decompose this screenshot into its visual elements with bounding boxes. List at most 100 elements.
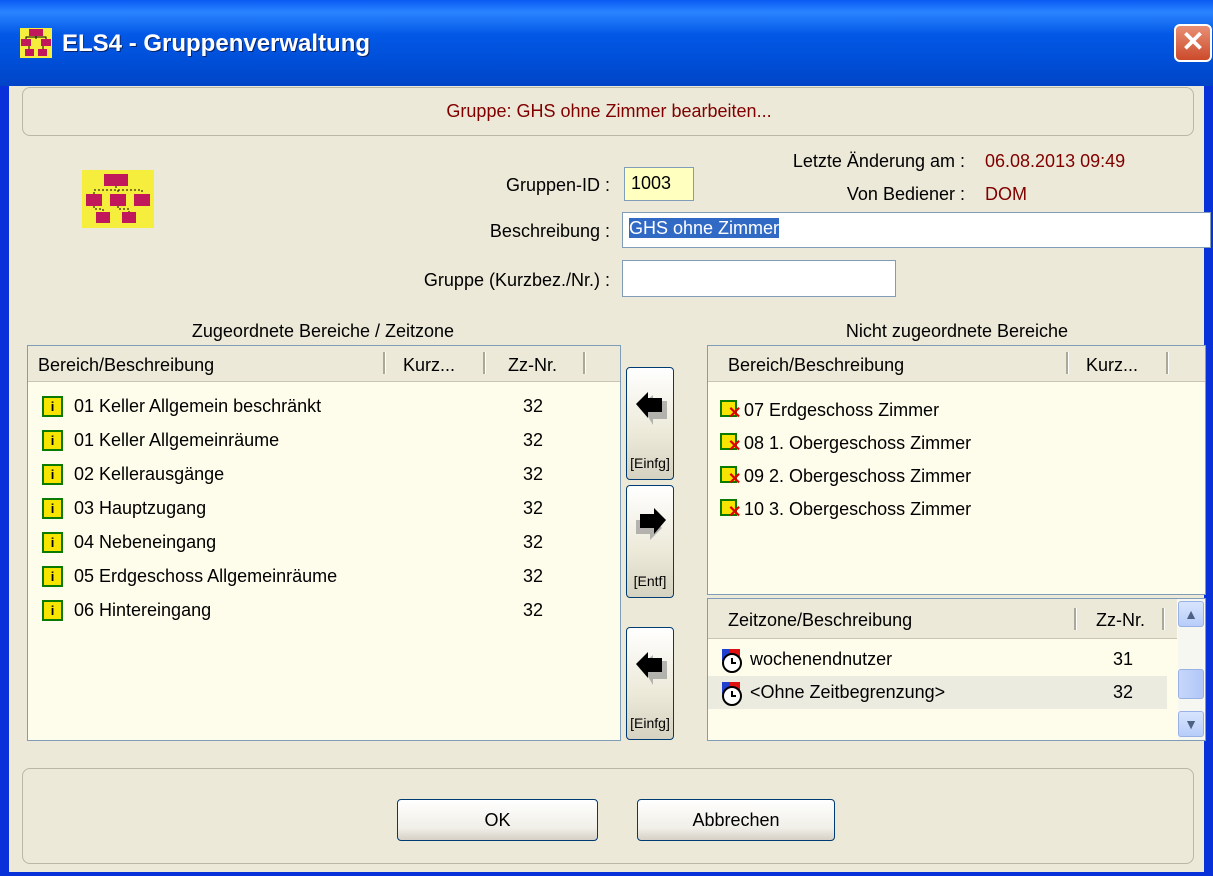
- arrow-left-icon: [636, 652, 667, 685]
- col-separator[interactable]: [383, 352, 386, 374]
- cancel-button[interactable]: Abbrechen: [637, 799, 835, 841]
- assigned-header: Bereich/Beschreibung Kurz... Zz-Nr.: [28, 346, 620, 382]
- col-zznr[interactable]: Zz-Nr.: [1096, 610, 1145, 631]
- row-zz: 32: [522, 532, 543, 552]
- list-item[interactable]: i 05 Erdgeschoss Allgemeinräume 32: [28, 560, 620, 593]
- insert-button[interactable]: [Einfg]: [626, 367, 674, 480]
- list-item[interactable]: ✕ 10 3. Obergeschoss Zimmer: [708, 493, 1205, 526]
- insert-timezone-button[interactable]: [Einfg]: [626, 627, 674, 740]
- list-item[interactable]: ✕ 07 Erdgeschoss Zimmer: [708, 394, 1205, 427]
- list-item[interactable]: <Ohne Zeitbegrenzung> 32: [708, 676, 1167, 709]
- row-zz: 32: [1112, 682, 1133, 702]
- arrow-right-icon: [636, 508, 666, 540]
- scroll-thumb[interactable]: [1178, 669, 1204, 699]
- ok-button[interactable]: OK: [397, 799, 598, 841]
- col-separator[interactable]: [1166, 352, 1169, 374]
- scroll-up-button[interactable]: ▲: [1178, 601, 1204, 627]
- group-short-label: Gruppe (Kurzbez./Nr.) :: [423, 270, 610, 290]
- window-title: ELS4 - Gruppenverwaltung: [62, 30, 371, 57]
- list-item[interactable]: i 02 Kellerausgänge 32: [28, 458, 620, 491]
- clock-icon: [722, 682, 742, 706]
- last-change-label: Letzte Änderung am :: [792, 151, 965, 171]
- row-name: 01 Keller Allgemein beschränkt: [74, 396, 322, 416]
- description-selected-text: GHS ohne Zimmer: [629, 218, 780, 238]
- chevron-down-icon: ▼: [1184, 716, 1198, 732]
- app-icon: [20, 28, 52, 58]
- row-name: 07 Erdgeschoss Zimmer: [744, 400, 940, 420]
- col-bereich[interactable]: Bereich/Beschreibung: [38, 355, 214, 376]
- row-zz: 32: [522, 430, 543, 450]
- remove-label: [Entf]: [633, 573, 667, 589]
- col-zznr[interactable]: Zz-Nr.: [508, 355, 557, 376]
- title-bar[interactable]: ELS4 - Gruppenverwaltung ✕: [0, 0, 1213, 86]
- scroll-down-button[interactable]: ▼: [1178, 711, 1204, 737]
- last-change-value: 06.08.2013 09:49: [985, 151, 1126, 171]
- cancel-label: Abbrechen: [692, 810, 780, 830]
- description-label: Beschreibung :: [489, 221, 610, 241]
- col-separator[interactable]: [483, 352, 486, 374]
- timezone-list[interactable]: Zeitzone/Beschreibung Zz-Nr. wochenendnu…: [707, 598, 1206, 741]
- list-item[interactable]: i 01 Keller Allgemeinräume 32: [28, 424, 620, 457]
- assigned-list[interactable]: Bereich/Beschreibung Kurz... Zz-Nr. i 01…: [27, 345, 621, 741]
- row-name: 05 Erdgeschoss Allgemeinräume: [74, 566, 338, 586]
- header-panel: Gruppe: GHS ohne Zimmer bearbeiten...: [22, 87, 1194, 136]
- group-short-field[interactable]: [622, 260, 896, 297]
- list-item[interactable]: i 06 Hintereingang 32: [28, 594, 620, 627]
- row-name: 06 Hintereingang: [74, 600, 212, 620]
- row-zz: 32: [522, 600, 543, 620]
- operator-value: DOM: [985, 184, 1027, 204]
- insert-label: [Einfg]: [630, 455, 670, 471]
- info-icon: i: [42, 498, 63, 519]
- area-unassigned-icon: ✕: [720, 433, 743, 456]
- insert-timezone-label: [Einfg]: [630, 715, 670, 731]
- col-separator[interactable]: [583, 352, 586, 374]
- timezone-header: Zeitzone/Beschreibung Zz-Nr.: [708, 599, 1177, 639]
- header-text: Gruppe: GHS ohne Zimmer bearbeiten...: [446, 101, 772, 121]
- list-item[interactable]: ✕ 08 1. Obergeschoss Zimmer: [708, 427, 1205, 460]
- row-name: 03 Hauptzugang: [74, 498, 207, 518]
- list-item[interactable]: i 01 Keller Allgemein beschränkt 32: [28, 390, 620, 423]
- row-name: 01 Keller Allgemeinräume: [74, 430, 280, 450]
- row-zz: 32: [522, 498, 543, 518]
- col-zeitzone[interactable]: Zeitzone/Beschreibung: [728, 610, 912, 631]
- row-name: 04 Nebeneingang: [74, 532, 217, 552]
- group-id-label: Gruppen-ID :: [505, 175, 610, 195]
- remove-button[interactable]: [Entf]: [626, 485, 674, 598]
- row-zz: 32: [522, 566, 543, 586]
- clock-icon: [722, 649, 742, 673]
- description-field[interactable]: GHS ohne Zimmer: [622, 212, 1211, 248]
- row-name: 02 Kellerausgänge: [74, 464, 225, 484]
- col-kurz[interactable]: Kurz...: [1086, 355, 1138, 376]
- ok-label: OK: [484, 810, 511, 830]
- chevron-up-icon: ▲: [1184, 606, 1198, 622]
- group-id-field[interactable]: 1003: [624, 167, 694, 201]
- list-item[interactable]: ✕ 09 2. Obergeschoss Zimmer: [708, 460, 1205, 493]
- list-item[interactable]: wochenendnutzer 31: [708, 643, 1177, 676]
- col-bereich[interactable]: Bereich/Beschreibung: [728, 355, 904, 376]
- info-icon: i: [42, 464, 63, 485]
- info-icon: i: [42, 396, 63, 417]
- info-icon: i: [42, 532, 63, 553]
- info-icon: i: [42, 600, 63, 621]
- area-unassigned-icon: ✕: [720, 499, 743, 522]
- list-item[interactable]: i 04 Nebeneingang 32: [28, 526, 620, 559]
- unassigned-header: Bereich/Beschreibung Kurz...: [708, 346, 1205, 382]
- area-unassigned-icon: ✕: [720, 466, 743, 489]
- button-panel: [22, 768, 1194, 864]
- col-separator[interactable]: [1066, 352, 1069, 374]
- row-zz: 32: [522, 464, 543, 484]
- close-button[interactable]: ✕: [1174, 24, 1212, 62]
- operator-label: Von Bediener :: [846, 184, 965, 204]
- col-kurz[interactable]: Kurz...: [403, 355, 455, 376]
- arrow-left-icon: [636, 392, 667, 425]
- row-name: 10 3. Obergeschoss Zimmer: [744, 499, 972, 519]
- col-separator[interactable]: [1162, 608, 1165, 630]
- unassigned-list[interactable]: Bereich/Beschreibung Kurz... ✕ 07 Erdges…: [707, 345, 1206, 595]
- row-zz: 32: [522, 396, 543, 416]
- info-icon: i: [42, 430, 63, 451]
- timezone-scrollbar[interactable]: ▲ ▼: [1178, 599, 1204, 740]
- row-name: 09 2. Obergeschoss Zimmer: [744, 466, 972, 486]
- col-separator[interactable]: [1074, 608, 1077, 630]
- group-icon: [82, 170, 154, 228]
- list-item[interactable]: i 03 Hauptzugang 32: [28, 492, 620, 525]
